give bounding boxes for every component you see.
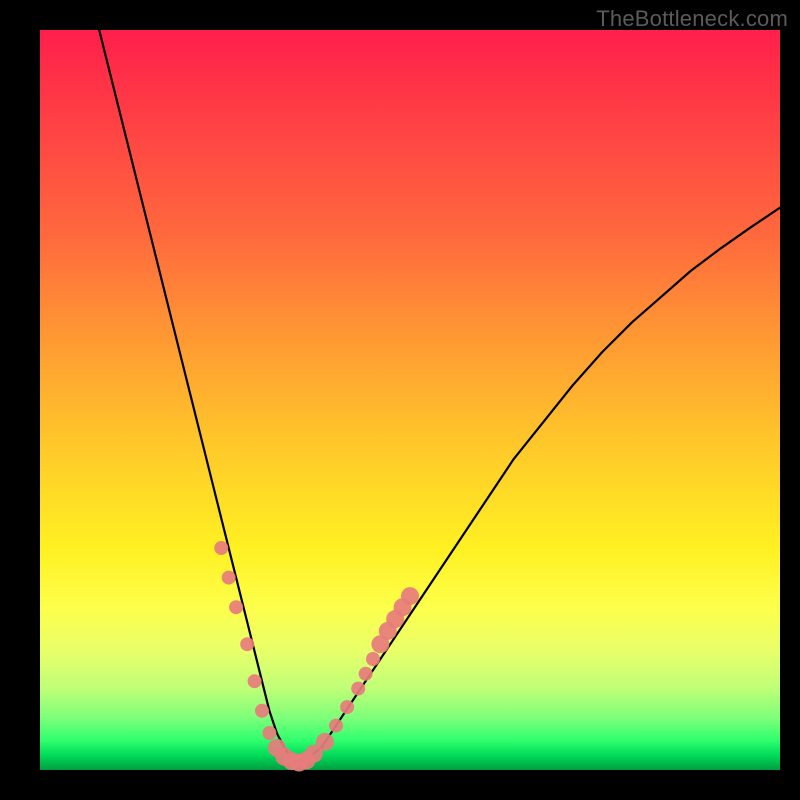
curve-svg (40, 30, 780, 770)
marker-point (351, 682, 365, 696)
marker-point (316, 733, 334, 751)
marker-point (229, 600, 243, 614)
marker-group (214, 541, 419, 772)
chart-frame: TheBottleneck.com (0, 0, 800, 800)
marker-point (248, 674, 262, 688)
bottleneck-curve (99, 30, 780, 763)
marker-point (366, 652, 380, 666)
watermark-text: TheBottleneck.com (596, 6, 788, 32)
marker-point (329, 719, 343, 733)
marker-point (401, 587, 419, 605)
marker-point (222, 571, 236, 585)
marker-point (359, 667, 373, 681)
marker-point (262, 726, 276, 740)
marker-point (214, 541, 228, 555)
marker-point (340, 700, 354, 714)
plot-area (40, 30, 780, 770)
marker-point (240, 637, 254, 651)
marker-point (255, 704, 269, 718)
